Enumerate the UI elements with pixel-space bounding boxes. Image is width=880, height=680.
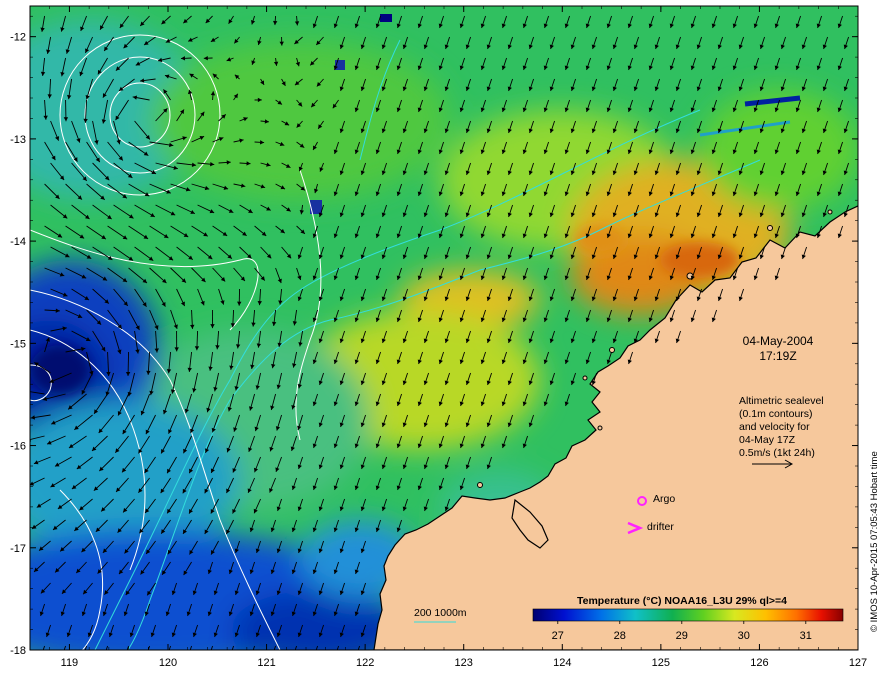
sst-map: 119 120 121 122 123 124 125 126 127 -12 -13 -14 -15 -…	[10, 5, 880, 669]
velocity-arrow-head	[145, 654, 149, 658]
y-tick-label: -16	[10, 441, 26, 453]
y-tick-label: -13	[10, 134, 26, 146]
credit-text: © IMOS 10-Apr-2015 07:05:43 Hobart time	[869, 451, 880, 632]
velocity-arrow-head	[82, 654, 86, 658]
velocity-arrow-head	[187, 654, 191, 658]
velocity-arrow-head	[229, 654, 233, 658]
x-tick-label: 127	[849, 657, 867, 669]
velocity-arrow-head	[313, 654, 317, 658]
x-tick-label: 123	[455, 657, 473, 669]
colorbar-gradient	[532, 608, 844, 622]
altimetry-line-4: 04-May 17Z	[739, 434, 796, 446]
y-tick-label: -12	[10, 32, 26, 44]
x-tick-label: 122	[356, 657, 374, 669]
colorbar-tick-label: 27	[552, 630, 564, 642]
altimetry-line-5: 0.5m/s (1kt 24h)	[739, 447, 815, 459]
x-tick-label: 124	[553, 657, 571, 669]
y-tick-label: -17	[10, 543, 26, 555]
time-label: 17:19Z	[759, 349, 796, 363]
x-tick-label: 121	[257, 657, 275, 669]
drifter-label: drifter	[647, 521, 674, 533]
altimetry-line-2: (0.1m contours)	[739, 408, 813, 420]
velocity-arrow-head	[25, 389, 29, 393]
y-tick-label: -18	[10, 645, 26, 657]
argo-label: Argo	[653, 493, 675, 505]
altimetry-line-1: Altimetric sealevel	[739, 395, 824, 407]
velocity-arrow-head	[334, 654, 338, 658]
plot-area	[25, 6, 858, 658]
x-tick-label: 120	[159, 657, 177, 669]
colorbar-tick-label: 30	[738, 630, 750, 642]
velocity-arrow-head	[103, 654, 107, 658]
date-label: 04-May-2004	[743, 334, 814, 348]
x-tick-label: 125	[652, 657, 670, 669]
x-tick-label: 126	[750, 657, 768, 669]
velocity-arrow-head	[208, 654, 212, 658]
velocity-arrow-head	[250, 654, 254, 658]
colorbar-tick-label: 28	[614, 630, 626, 642]
velocity-arrow-head	[40, 654, 44, 658]
bathymetry-legend-label: 200 1000m	[414, 607, 467, 619]
altimetry-line-3: and velocity for	[739, 421, 810, 433]
y-tick-label: -15	[10, 338, 26, 350]
colorbar-title: Temperature (°C) NOAA16_L3U 29% ql>=4	[577, 595, 787, 607]
velocity-arrow-head	[292, 654, 296, 658]
y-tick-label: -14	[10, 236, 26, 248]
colorbar-tick-label: 29	[676, 630, 688, 642]
colorbar-tick-label: 31	[800, 630, 812, 642]
x-tick-label: 119	[61, 657, 79, 669]
velocity-arrow-head	[124, 654, 128, 658]
